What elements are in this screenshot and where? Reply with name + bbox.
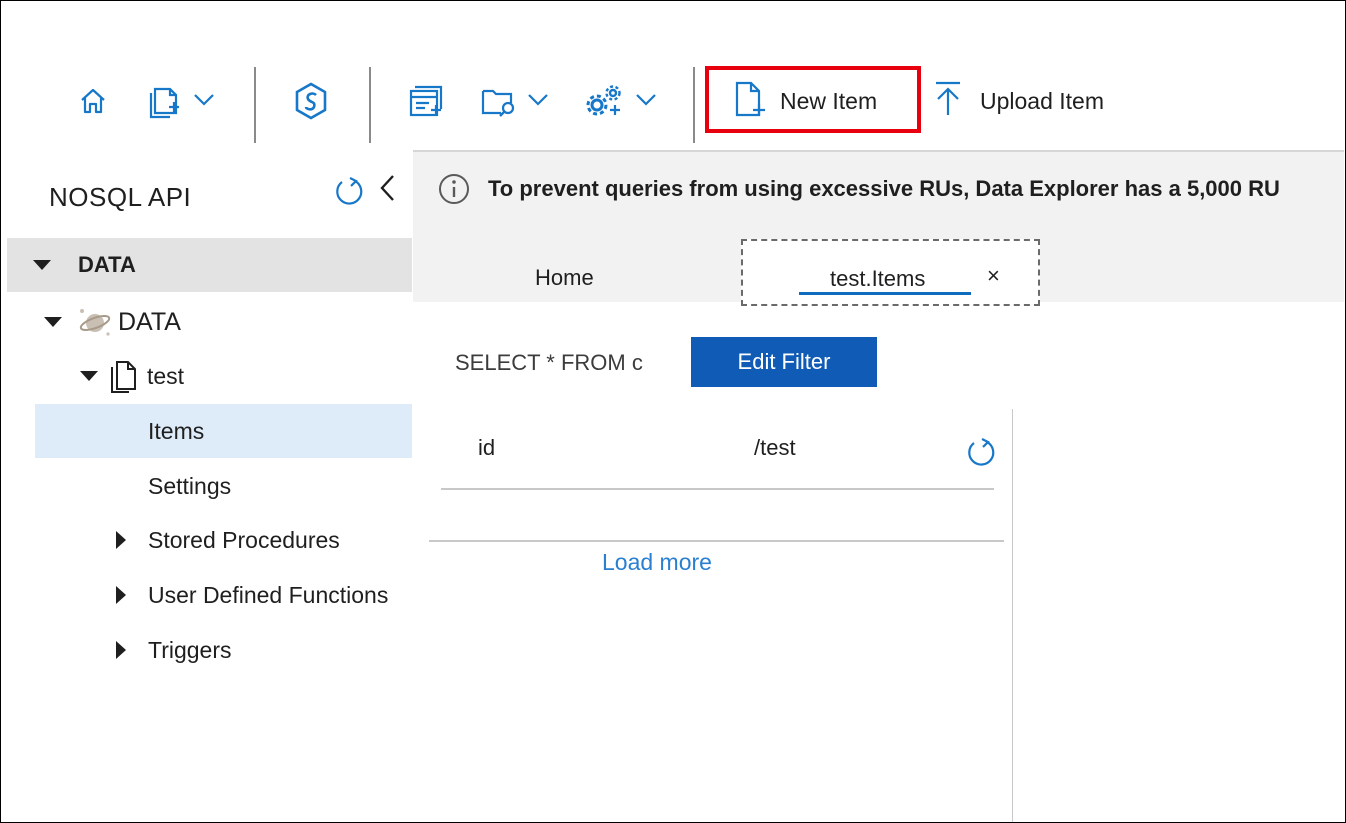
- caret-down-icon: [33, 260, 51, 270]
- toolbar-separator: [369, 67, 371, 143]
- info-icon: [438, 173, 470, 210]
- tab-test-items[interactable]: test.Items ×: [741, 239, 1040, 306]
- tree-section-label: DATA: [78, 252, 136, 277]
- close-tab-icon[interactable]: ×: [987, 263, 1000, 289]
- home-icon[interactable]: [78, 86, 108, 121]
- synapse-icon[interactable]: [294, 82, 328, 125]
- gears-icon[interactable]: [584, 83, 624, 124]
- new-container-icon[interactable]: [148, 83, 184, 124]
- chevron-down-icon[interactable]: [527, 93, 549, 112]
- column-header-id[interactable]: id: [478, 435, 495, 461]
- caret-right-icon: [116, 641, 126, 659]
- upload-icon: [934, 81, 962, 122]
- list-divider: [429, 540, 1004, 542]
- toolbar-separator: [693, 67, 695, 143]
- refresh-documents-icon[interactable]: [965, 437, 997, 474]
- tree-item-stored-procedures[interactable]: Stored Procedures: [7, 513, 412, 567]
- tree-database-data[interactable]: DATA: [7, 295, 412, 349]
- open-query-icon[interactable]: [481, 83, 519, 124]
- banner-message: To prevent queries from using excessive …: [488, 176, 1280, 201]
- notification-banner: To prevent queries from using excessive …: [413, 150, 1344, 306]
- new-item-highlight-box: [705, 66, 921, 133]
- toolbar-separator: [254, 67, 256, 143]
- collapse-sidebar-icon[interactable]: [379, 174, 397, 207]
- items-label: Items: [148, 417, 205, 444]
- caret-down-icon: [44, 317, 62, 327]
- command-bar: New Item Upload Item: [0, 55, 1346, 149]
- edit-filter-button[interactable]: Edit Filter: [691, 337, 877, 387]
- sidebar-title: NOSQL API: [49, 182, 192, 212]
- chevron-down-icon[interactable]: [193, 93, 215, 112]
- load-more-link[interactable]: Load more: [602, 549, 712, 576]
- database-label: DATA: [118, 307, 181, 336]
- container-label: test: [147, 362, 185, 389]
- caret-right-icon: [116, 531, 126, 549]
- documents-list: id /test Load more: [429, 409, 1014, 822]
- tree-container-test[interactable]: test: [7, 349, 412, 403]
- refresh-icon[interactable]: [333, 176, 365, 213]
- tab-label: test.Items: [830, 266, 926, 291]
- tree-item-settings[interactable]: Settings: [7, 459, 412, 513]
- tree-item-items[interactable]: Items: [35, 404, 412, 458]
- udf-label: User Defined Functions: [148, 581, 389, 608]
- cosmos-database-icon: [78, 307, 112, 337]
- container-icon: [109, 359, 139, 393]
- active-tab-indicator: [799, 292, 971, 295]
- upload-item-label: Upload Item: [980, 87, 1105, 114]
- new-query-icon[interactable]: [409, 83, 445, 124]
- tab-home[interactable]: Home: [535, 265, 594, 291]
- tree-section-data[interactable]: DATA: [7, 238, 412, 292]
- main-panel: To prevent queries from using excessive …: [413, 150, 1344, 822]
- query-text: SELECT * FROM c: [455, 350, 643, 375]
- column-header-partition-key[interactable]: /test: [754, 435, 796, 461]
- upload-item-button[interactable]: Upload Item: [934, 79, 1104, 123]
- stored-procedures-label: Stored Procedures: [148, 526, 340, 553]
- tree-item-udfs[interactable]: User Defined Functions: [7, 568, 412, 622]
- caret-down-icon: [80, 371, 98, 381]
- resource-tree-sidebar: NOSQL API DATA DATA test Items Settings …: [7, 150, 412, 822]
- triggers-label: Triggers: [148, 636, 232, 663]
- chevron-down-icon[interactable]: [635, 93, 657, 112]
- caret-right-icon: [116, 586, 126, 604]
- header-divider: [441, 488, 994, 490]
- settings-label: Settings: [148, 472, 232, 499]
- tree-item-triggers[interactable]: Triggers: [7, 623, 412, 677]
